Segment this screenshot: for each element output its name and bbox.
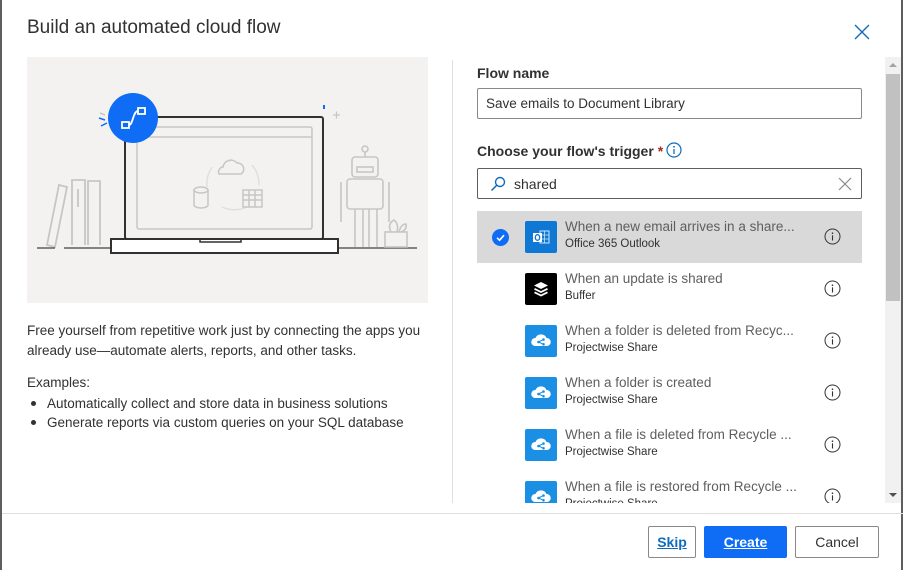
trigger-connector: Projectwise Share xyxy=(565,394,658,406)
info-icon[interactable] xyxy=(824,332,841,349)
trigger-list: When a new email arrives in a share... O… xyxy=(477,211,862,503)
trigger-title: When a new email arrives in a share... xyxy=(565,219,795,234)
info-icon[interactable] xyxy=(666,142,682,158)
info-icon[interactable] xyxy=(824,280,841,297)
projectwise-share-icon xyxy=(525,377,557,409)
trigger-item[interactable]: When a file is deleted from Recycle ... … xyxy=(477,419,862,471)
laptop-flow-illustration xyxy=(27,57,428,303)
trigger-label-text: Choose your flow's trigger xyxy=(477,143,654,159)
flow-description: Free yourself from repetitive work just … xyxy=(27,323,421,358)
outlook-icon xyxy=(525,221,557,253)
trigger-connector: Projectwise Share xyxy=(565,498,658,503)
trigger-label: Choose your flow's trigger * xyxy=(477,143,663,159)
example-item: Generate reports via custom queries on y… xyxy=(27,413,404,432)
books-illustration xyxy=(45,179,101,249)
required-marker: * xyxy=(657,143,664,159)
examples-label: Examples: xyxy=(27,375,91,390)
search-icon xyxy=(490,176,506,192)
trigger-connector: Projectwise Share xyxy=(565,342,658,354)
trigger-item[interactable]: When a new email arrives in a share... O… xyxy=(477,211,862,263)
build-flow-dialog: Build an automated cloud flow Free yours… xyxy=(0,0,903,570)
trigger-connector: Office 365 Outlook xyxy=(565,238,661,250)
trigger-item[interactable]: When a folder is created Projectwise Sha… xyxy=(477,367,862,419)
trigger-item[interactable]: When an update is shared Buffer xyxy=(477,263,862,315)
trigger-title: When a folder is deleted from Recyc... xyxy=(565,323,794,338)
trigger-title: When an update is shared xyxy=(565,271,723,286)
flow-badge-icon xyxy=(98,93,158,143)
flow-name-input[interactable] xyxy=(477,88,862,119)
info-icon[interactable] xyxy=(824,488,841,503)
robot-illustration xyxy=(340,145,408,248)
buffer-icon xyxy=(525,273,557,305)
trigger-title: When a file is deleted from Recycle ... xyxy=(565,427,792,442)
trigger-title: When a folder is created xyxy=(565,375,712,390)
trigger-search-input[interactable] xyxy=(514,169,824,198)
trigger-connector: Projectwise Share xyxy=(565,446,658,458)
trigger-item[interactable]: When a file is restored from Recycle ...… xyxy=(477,471,862,503)
scroll-up-arrow-icon[interactable] xyxy=(889,63,897,67)
trigger-list-scrollbar[interactable] xyxy=(885,57,901,503)
projectwise-share-icon xyxy=(525,429,557,461)
create-button[interactable]: Create xyxy=(704,526,787,558)
clear-search-icon[interactable] xyxy=(838,177,852,191)
trigger-search-box xyxy=(477,168,862,199)
skip-button[interactable]: Skip xyxy=(648,526,696,558)
examples-list: Automatically collect and store data in … xyxy=(27,394,404,432)
trigger-item[interactable]: When a folder is deleted from Recyc... P… xyxy=(477,315,862,367)
scroll-down-arrow-icon[interactable] xyxy=(889,493,897,497)
info-icon[interactable] xyxy=(824,384,841,401)
example-item: Automatically collect and store data in … xyxy=(27,394,404,413)
dialog-title: Build an automated cloud flow xyxy=(27,17,281,38)
trigger-connector: Buffer xyxy=(565,290,596,302)
cancel-button[interactable]: Cancel xyxy=(795,526,879,558)
selected-check-icon xyxy=(492,229,509,246)
close-icon[interactable] xyxy=(852,22,872,42)
projectwise-share-icon xyxy=(525,481,557,503)
projectwise-share-icon xyxy=(525,325,557,357)
column-divider xyxy=(452,60,453,503)
footer-divider xyxy=(2,513,903,514)
info-icon[interactable] xyxy=(824,228,841,245)
info-icon[interactable] xyxy=(824,436,841,453)
scrollbar-thumb[interactable] xyxy=(886,74,900,301)
trigger-title: When a file is restored from Recycle ... xyxy=(565,479,797,494)
flow-name-label: Flow name xyxy=(477,65,550,81)
